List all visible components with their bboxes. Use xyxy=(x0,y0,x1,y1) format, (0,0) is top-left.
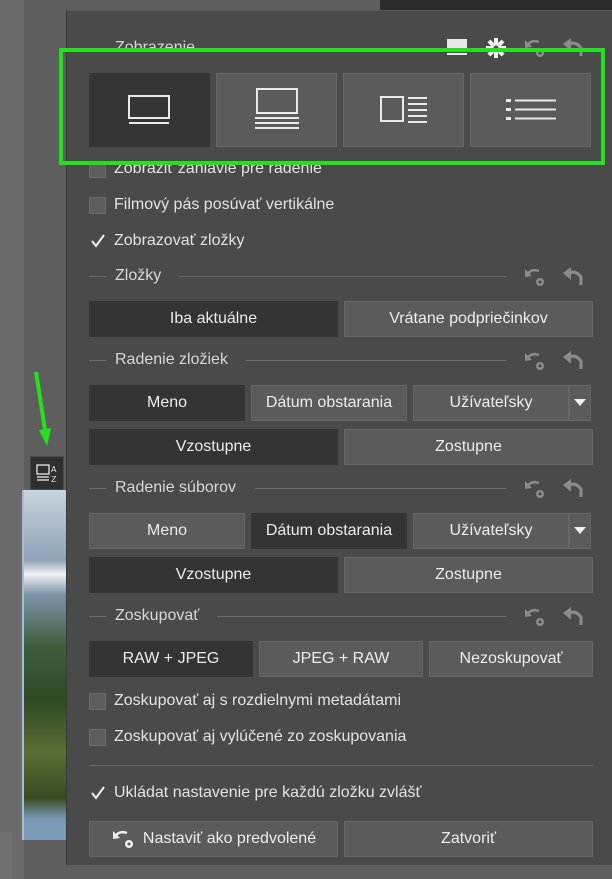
undo-icon[interactable] xyxy=(561,349,585,373)
undo-icon[interactable] xyxy=(561,605,585,629)
folder-sort-section-title: Radenie zložiek xyxy=(115,351,228,368)
divider xyxy=(89,765,593,766)
chevron-down-icon xyxy=(574,527,586,534)
divider xyxy=(89,360,107,361)
undo-icon[interactable] xyxy=(561,477,585,501)
file-sort-ascending-button[interactable]: Vzostupne xyxy=(89,557,338,593)
group-none-button[interactable]: Nezoskupovať xyxy=(429,641,593,677)
checkbox[interactable] xyxy=(89,196,106,214)
reset-default-icon[interactable] xyxy=(523,477,547,501)
save-per-folder-label: Ukládat nastavenie pre každú zložku zvlá… xyxy=(114,784,422,801)
divider xyxy=(217,616,507,617)
chevron-down-icon xyxy=(574,399,586,406)
group-different-metadata-label: Zoskupovať aj s rozdielnymi metadátami xyxy=(114,692,402,709)
group-raw-jpeg-button[interactable]: RAW + JPEG xyxy=(89,641,253,677)
show-folders-option[interactable]: Zobrazovať zložky xyxy=(89,229,245,253)
checkbox[interactable] xyxy=(89,728,106,746)
show-folders-label: Zobrazovať zložky xyxy=(114,232,245,249)
folders-current-only-button[interactable]: Iba aktuálne xyxy=(89,301,338,337)
show-sort-header-label: Zobraziť záhlavie pre radenie xyxy=(114,160,322,177)
grouping-section-title: Zoskupovať xyxy=(115,607,200,624)
file-sort-custom-dropdown[interactable] xyxy=(569,513,591,549)
folder-sort-date-button[interactable]: Dátum obstarania xyxy=(251,385,407,421)
svg-text:Z: Z xyxy=(51,475,57,484)
vertical-filmstrip-label: Filmový pás posúvať vertikálne xyxy=(114,196,335,213)
view-mode-filmstrip[interactable] xyxy=(216,73,337,147)
show-sort-header-option[interactable]: Zobraziť záhlavie pre radenie xyxy=(89,157,322,181)
view-mode-preview-list[interactable] xyxy=(343,73,464,147)
undo-icon[interactable] xyxy=(561,265,585,289)
view-settings-panel: Zobrazenie Zobraziť záhlavie pre radenie… xyxy=(66,10,612,865)
sort-az-icon: A Z xyxy=(36,464,57,484)
folder-sort-custom-button[interactable]: Užívateľsky xyxy=(413,385,569,421)
background-panel xyxy=(0,0,24,879)
group-jpeg-raw-button[interactable]: JPEG + RAW xyxy=(259,641,423,677)
checkmark-icon xyxy=(91,786,105,800)
single-view-icon[interactable] xyxy=(445,36,469,60)
checkbox-checked[interactable] xyxy=(89,233,106,250)
checkbox[interactable] xyxy=(89,160,106,178)
file-sort-name-button[interactable]: Meno xyxy=(89,513,245,549)
divider xyxy=(245,360,507,361)
reset-default-icon[interactable] xyxy=(523,36,547,60)
background-strip-bottom xyxy=(0,832,12,879)
view-mode-single[interactable] xyxy=(89,73,210,147)
folders-include-subfolders-button[interactable]: Vrátane podpriečinkov xyxy=(344,301,593,337)
view-mode-list[interactable] xyxy=(470,73,591,147)
svg-text:A: A xyxy=(51,465,57,474)
checkmark-icon xyxy=(91,234,105,248)
divider xyxy=(89,276,107,277)
annotation-arrow-icon xyxy=(34,371,51,446)
sort-menu-button[interactable]: A Z xyxy=(30,456,64,490)
file-sort-descending-button[interactable]: Zostupne xyxy=(344,557,593,593)
checkbox[interactable] xyxy=(89,692,106,710)
list-view-icon xyxy=(505,99,556,120)
display-section-title: Zobrazenie xyxy=(115,39,196,56)
vertical-filmstrip-option[interactable]: Filmový pás posúvať vertikálne xyxy=(89,193,334,217)
file-sort-custom-button[interactable]: Užívateľsky xyxy=(413,513,569,549)
preview-list-view-icon xyxy=(379,96,427,123)
reset-default-icon[interactable] xyxy=(523,265,547,289)
single-view-icon xyxy=(127,95,170,124)
file-sort-section-title: Radenie súborov xyxy=(115,479,236,496)
set-default-button[interactable]: Nastaviť ako predvolené xyxy=(89,821,338,857)
checkbox-checked[interactable] xyxy=(89,785,106,802)
divider xyxy=(89,616,107,617)
divider xyxy=(179,276,507,277)
divider xyxy=(255,488,507,489)
folder-sort-custom-dropdown[interactable] xyxy=(569,385,591,421)
folders-section-title: Zložky xyxy=(115,267,162,284)
reset-default-icon[interactable] xyxy=(523,349,547,373)
close-button[interactable]: Zatvoriť xyxy=(344,821,593,857)
file-sort-date-button[interactable]: Dátum obstarania xyxy=(251,513,407,549)
filmstrip-view-icon xyxy=(254,88,299,129)
photo-thumbnail[interactable] xyxy=(24,490,68,840)
group-excluded-label: Zoskupovať aj vylúčené zo zoskupovania xyxy=(114,728,407,745)
group-different-metadata-option[interactable]: Zoskupovať aj s rozdielnymi metadátami xyxy=(89,689,401,713)
reset-default-icon[interactable] xyxy=(523,605,547,629)
divider xyxy=(89,488,107,489)
reset-default-icon xyxy=(112,830,133,848)
group-excluded-option[interactable]: Zoskupovať aj vylúčené zo zoskupovania xyxy=(89,725,406,749)
background-strip xyxy=(380,0,612,10)
save-per-folder-option[interactable]: Ukládat nastavenie pre každú zložku zvlá… xyxy=(89,781,422,805)
folder-sort-name-button[interactable]: Meno xyxy=(89,385,245,421)
undo-icon[interactable] xyxy=(561,36,585,60)
folder-sort-ascending-button[interactable]: Vzostupne xyxy=(89,429,338,465)
settings-icon[interactable] xyxy=(484,36,508,60)
folder-sort-descending-button[interactable]: Zostupne xyxy=(344,429,593,465)
